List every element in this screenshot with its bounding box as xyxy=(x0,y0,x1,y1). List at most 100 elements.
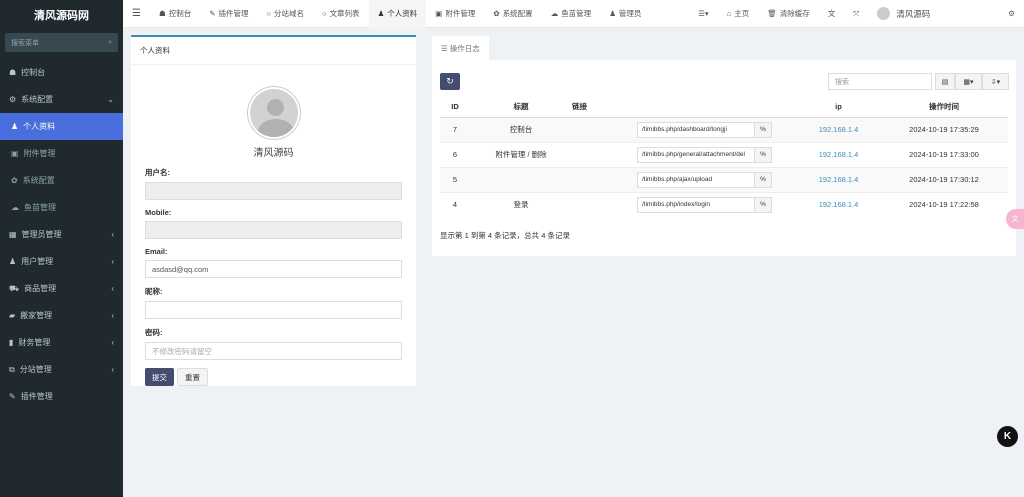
cloud-icon: ☁ xyxy=(11,203,19,212)
dashboard-icon: ☗ xyxy=(158,9,166,18)
sidebar-item[interactable]: ✎ 插件管理 xyxy=(0,383,123,410)
fullscreen-button[interactable]: ⤧ xyxy=(844,0,868,28)
sidebar-item[interactable]: ⚙ 系统配置 ⌄ xyxy=(0,86,123,113)
gear-icon: ✿ xyxy=(11,176,18,185)
link-icon[interactable]: % xyxy=(754,197,771,212)
top-tab[interactable]: ♟ 管理员 xyxy=(600,0,650,28)
refresh-button[interactable]: ↻ xyxy=(440,73,460,90)
top-tab[interactable]: ☗ 控制台 xyxy=(150,0,200,28)
user-icon: ♟ xyxy=(377,9,385,18)
sidebar-item[interactable]: ♟ 用户管理 ‹ xyxy=(0,248,123,275)
top-tab[interactable]: ○ 分站域名 xyxy=(258,0,314,28)
link-icon[interactable]: % xyxy=(754,147,771,162)
url-field[interactable]: /timibbs.php/general/attachment/del% xyxy=(637,146,772,163)
sidebar-item-label: 财务管理 xyxy=(18,338,51,347)
translate-float-button[interactable]: 文 xyxy=(1006,209,1024,229)
top-tab[interactable]: ✿ 系统配置 xyxy=(484,0,541,28)
bookmark-icon: ▮ xyxy=(9,338,14,347)
profile-avatar[interactable] xyxy=(247,87,300,139)
column-header[interactable]: ip xyxy=(797,97,880,118)
cart-icon: ⛟ xyxy=(9,283,20,293)
mobile-field[interactable] xyxy=(145,221,402,239)
cell-title: 附件管理 / 删除 xyxy=(470,141,572,167)
cloud-icon: ☁ xyxy=(550,9,559,18)
cogs-icon: ⚙ xyxy=(9,95,17,104)
cell-ip[interactable]: 192.168.1.4 xyxy=(797,191,880,217)
username-field[interactable] xyxy=(145,182,402,200)
password-field[interactable]: 不修改密码请留空 xyxy=(145,342,402,360)
cell-id: 5 xyxy=(440,166,470,192)
k-badge-icon[interactable]: K xyxy=(997,426,1018,447)
sidebar-item-label: 鱼苗管理 xyxy=(24,203,56,212)
toggle-view-button[interactable]: ▤ xyxy=(935,73,955,90)
sidebar-item[interactable]: ✿ 系统配置 xyxy=(0,167,123,194)
url-text: /timibbs.php/ajax/upload xyxy=(642,176,713,183)
user-menu[interactable]: 清风源码 xyxy=(868,0,939,28)
plug-icon: ✎ xyxy=(9,392,16,401)
home-link[interactable]: ⌂ 主页 xyxy=(718,0,759,28)
top-tab-label: 个人资料 xyxy=(387,9,418,18)
sidebar-item[interactable]: ▣ 附件管理 xyxy=(0,140,123,167)
settings-button[interactable]: ⚙ xyxy=(999,0,1024,28)
reset-button[interactable]: 重置 xyxy=(177,368,208,386)
list-dropdown-button[interactable]: ☰▾ xyxy=(689,0,718,28)
top-tab[interactable]: ✎ 插件管理 xyxy=(200,0,257,28)
export-button[interactable]: ⇩▾ xyxy=(982,73,1009,90)
sidebar-item[interactable]: ⧉ 分站管理 ‹ xyxy=(0,356,123,383)
top-tab-label: 管理员 xyxy=(618,9,642,18)
cell-url: /timibbs.php/index/login% xyxy=(572,191,797,217)
nickname-field[interactable] xyxy=(145,301,402,319)
menu-toggle-button[interactable]: ☰ xyxy=(123,0,150,28)
link-icon[interactable]: % xyxy=(754,122,771,137)
clear-cache-button[interactable]: 🗑 清除缓存 xyxy=(758,0,819,28)
submit-button[interactable]: 提交 xyxy=(145,368,174,386)
link-icon[interactable]: % xyxy=(754,172,771,187)
avatar xyxy=(877,7,891,20)
column-header[interactable]: ID xyxy=(440,97,470,118)
column-header[interactable]: 标题 xyxy=(470,97,572,118)
circle-icon: ○ xyxy=(322,9,327,18)
sidebar-item-label: 插件管理 xyxy=(20,392,53,401)
gear-icon: ✿ xyxy=(493,9,500,18)
cell-ip[interactable]: 192.168.1.4 xyxy=(797,166,880,192)
home-label: 主页 xyxy=(734,9,750,18)
top-tab[interactable]: ▣ 附件管理 xyxy=(426,0,484,28)
sidebar-item-label: 系统配置 xyxy=(22,176,55,185)
url-text: /timibbs.php/index/login xyxy=(642,201,710,209)
sidebar-item[interactable]: ♟ 个人资料 xyxy=(0,113,123,140)
truck-icon: ▰ xyxy=(9,311,16,320)
sidebar-item[interactable]: ▮ 财务管理 ‹ xyxy=(0,329,123,356)
sidebar-item[interactable]: ▦ 管理员管理 ‹ xyxy=(0,221,123,248)
cell-ip[interactable]: 192.168.1.4 xyxy=(797,141,880,167)
table-row: 4 登录/timibbs.php/index/login% 192.168.1.4 2… xyxy=(440,191,1008,217)
sidebar-search-input[interactable]: 搜索菜单 ⌕ xyxy=(5,33,118,52)
top-tab[interactable]: ☁ 鱼苗管理 xyxy=(542,0,601,28)
translate-button[interactable]: 文 xyxy=(819,0,845,28)
url-field[interactable]: /timibbs.php/ajax/upload% xyxy=(637,171,772,188)
pagination-info: 显示第 1 到第 4 条记录，总共 4 条记录 xyxy=(440,231,571,240)
sidebar-item[interactable]: ⛟ 商品管理 ‹ xyxy=(0,275,123,302)
sidebar-item[interactable]: ☗ 控制台 xyxy=(0,59,123,86)
top-tab[interactable]: ♟ 个人资料 xyxy=(368,0,427,28)
url-field[interactable]: /timibbs.php/dashboard/tongji% xyxy=(637,121,772,138)
sidebar-item-label: 附件管理 xyxy=(23,149,56,158)
column-header[interactable]: 操作时间 xyxy=(880,97,1008,118)
profile-panel: 个人资料 清风源码 用户名: Mobile: Email: asdasd@qq.… xyxy=(131,35,416,386)
tab-operation-log[interactable]: ☰ 操作日志 xyxy=(432,36,489,60)
cell-ip[interactable]: 192.168.1.4 xyxy=(797,116,880,142)
export-icon: ⇩▾ xyxy=(990,78,1001,86)
user-icon: ♟ xyxy=(9,257,17,266)
column-header[interactable]: 链接 xyxy=(572,97,797,118)
sidebar-item[interactable]: ▰ 搬家管理 ‹ xyxy=(0,302,123,329)
columns-button[interactable]: ▦▾ xyxy=(955,73,982,90)
sidebar-item-label: 分站管理 xyxy=(19,365,52,374)
sidebar-item[interactable]: ☁ 鱼苗管理 xyxy=(0,194,123,221)
table-row: 6 附件管理 / 删除/timibbs.php/general/attachmen… xyxy=(440,141,1008,167)
email-field[interactable]: asdasd@qq.com xyxy=(145,260,402,278)
top-tab[interactable]: ○ 文章列表 xyxy=(313,0,369,28)
user-icon: ♟ xyxy=(11,122,19,131)
table-search-input[interactable]: 搜索 xyxy=(828,73,932,90)
top-tab-label: 插件管理 xyxy=(218,9,249,18)
url-field[interactable]: /timibbs.php/index/login% xyxy=(637,196,772,213)
tab-label: 操作日志 xyxy=(449,43,480,53)
